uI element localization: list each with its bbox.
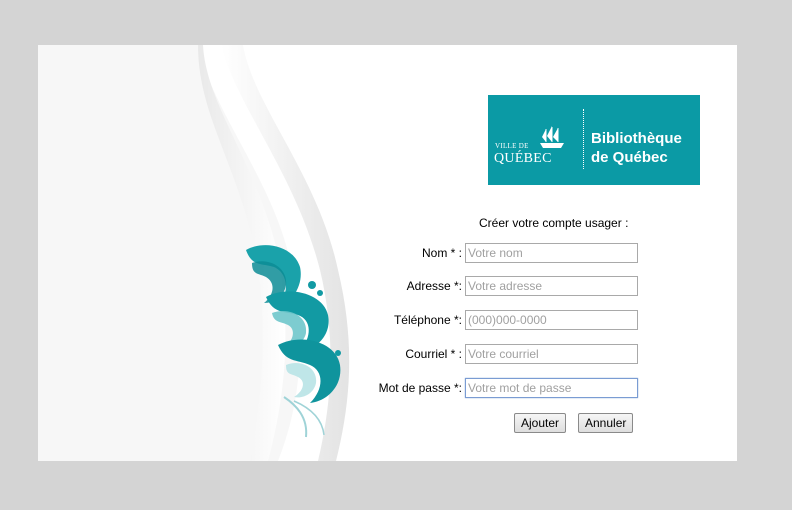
phone-row: Téléphone *: [38,310,737,332]
password-input[interactable] [465,378,638,398]
add-button[interactable]: Ajouter [514,413,567,433]
logo-library-line2: de Québec [591,149,668,166]
bibliotheque-de-quebec-logo: VILLE DE QUÉBEC Bibliothèque de Québec [488,95,700,185]
logo-divider [583,109,584,169]
password-label: Mot de passe *: [378,381,462,395]
email-row: Courriel * : [38,344,737,366]
form-title: Créer votre compte usager : [479,216,629,230]
logo-quebec: QUÉBEC [494,151,552,166]
logo-ville-de: VILLE DE [495,142,529,150]
ship-icon [540,126,564,148]
email-input[interactable] [465,344,638,364]
signup-panel: VILLE DE QUÉBEC Bibliothèque de Québec C… [38,45,737,461]
name-label: Nom * : [421,246,462,260]
phone-label: Téléphone *: [393,313,462,327]
password-row: Mot de passe *: [38,378,737,400]
address-label: Adresse *: [406,279,462,293]
logo-library-line1: Bibliothèque [591,130,682,147]
name-row: Nom * : [38,243,737,265]
phone-input[interactable] [465,310,638,330]
name-input[interactable] [465,243,638,263]
cancel-button[interactable]: Annuler [578,413,634,433]
logo-library-name: Bibliothèque de Québec [591,129,682,167]
email-label: Courriel * : [405,347,462,361]
address-row: Adresse *: [38,276,737,298]
address-input[interactable] [465,276,638,296]
